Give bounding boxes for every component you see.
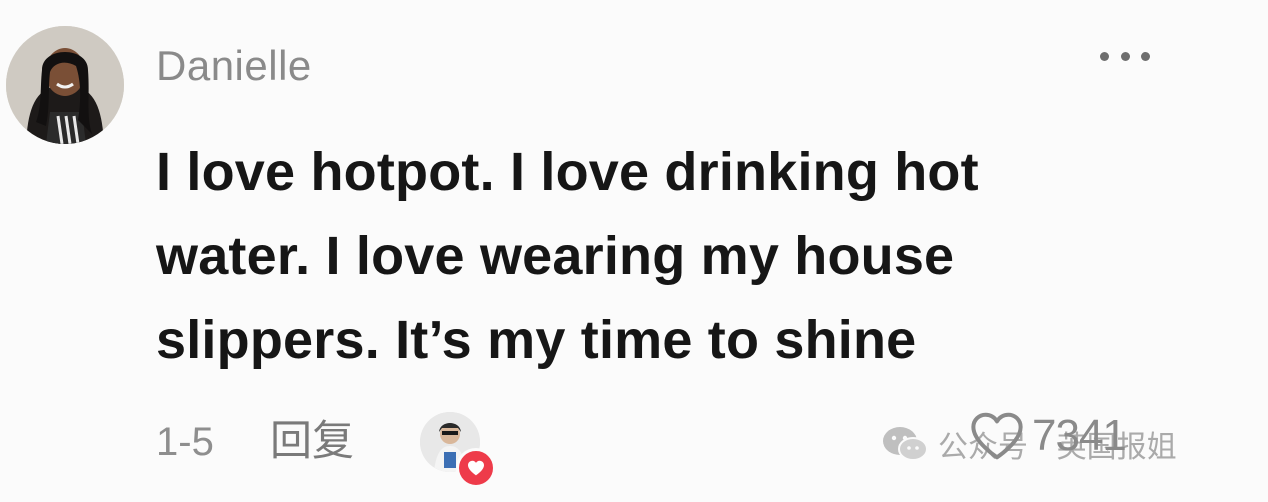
comment-date: 1-5 [156, 420, 214, 464]
more-horizontal-icon[interactable] [1100, 42, 1150, 70]
like-count: 7341 [1032, 411, 1127, 460]
comment-item: Danielle I love hotpot. I love drinking … [0, 0, 1268, 502]
heart-filled-icon [468, 460, 484, 476]
comment-text: I love hotpot. I love drinking hot water… [156, 142, 979, 370]
user-avatar[interactable] [6, 26, 124, 144]
avatar-photo [6, 26, 124, 144]
creator-liked-badge [456, 448, 496, 488]
reply-button[interactable]: 回复 [270, 416, 354, 466]
heart-outline-icon[interactable] [968, 410, 1026, 462]
username[interactable]: Danielle [156, 40, 312, 92]
like-group[interactable]: 7341 [968, 410, 1127, 462]
wechat-icon [883, 427, 928, 461]
comment-footer: 1-5 回复 公众号 · 英国报姐 7341 [0, 410, 1268, 488]
